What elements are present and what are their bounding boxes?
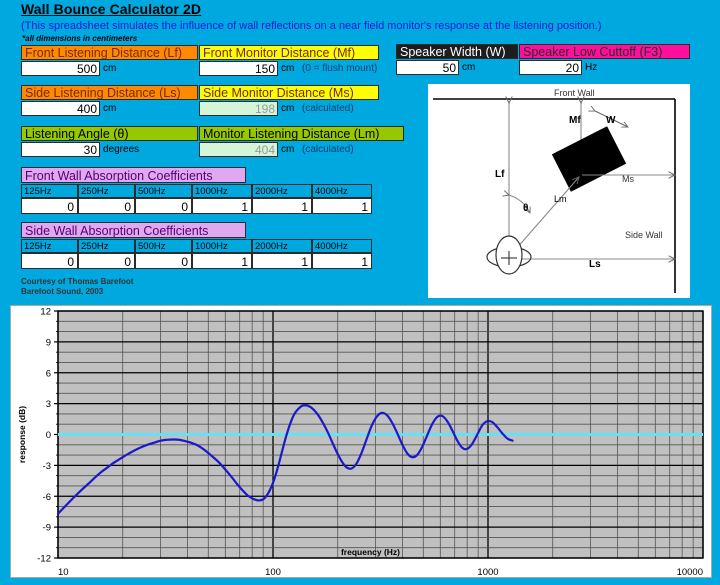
side-coef-input-5[interactable]: 1 <box>312 253 372 269</box>
input-speaker-width[interactable]: 50 <box>396 60 459 75</box>
front-coef-input-1[interactable]: 0 <box>78 198 135 214</box>
label-side-listening-distance: Side Listening Distance (Ls) <box>21 85 198 100</box>
x-tick-label: 10 <box>58 567 69 575</box>
x-tick-label: 1000 <box>477 567 498 575</box>
input-front-monitor-distance[interactable]: 150 <box>199 61 278 76</box>
front-coef-input-4[interactable]: 1 <box>252 198 312 214</box>
x-axis-label: frequency (Hz) <box>341 547 400 557</box>
front-coef-input-0[interactable]: 0 <box>21 198 78 214</box>
input-side-listening-distance[interactable]: 400 <box>21 101 100 116</box>
side-band-header-1: 250Hz <box>78 239 135 253</box>
front-band-header-1: 250Hz <box>78 184 135 198</box>
label-front-listening-distance: Front Listening Distance (Lf) <box>21 45 198 60</box>
side-band-header-2: 500Hz <box>135 239 192 253</box>
label-listening-angle: Listening Angle (θ) <box>21 126 198 141</box>
y-tick-label: 12 <box>40 307 51 318</box>
side-band-header-0: 125Hz <box>21 239 78 253</box>
speaker-box <box>551 126 627 192</box>
label-speaker-low-cutoff: Speaker Low Cuttoff (F3) <box>519 44 690 59</box>
room-geometry-diagram: Front Wall Side Wall Lf Ls Lm Mf Ms W θ <box>428 84 690 298</box>
hint-monitor-listening-distance: (calculated) <box>302 144 354 155</box>
label-mf: Mf <box>569 115 581 126</box>
label-lf: Lf <box>495 169 505 180</box>
x-tick-label: 10000 <box>677 567 703 575</box>
label-theta: θ <box>523 203 528 214</box>
input-listening-angle[interactable]: 30 <box>21 142 100 157</box>
front-band-header-3: 1000Hz <box>192 184 252 198</box>
y-tick-label: -6 <box>43 492 51 503</box>
unit-monitor-listening-distance: cm <box>281 144 295 155</box>
response-chart: -12 -9 -6 -3 0 3 6 9 12 10 100 1000 10000 frequency (… <box>10 305 712 578</box>
label-speaker-width: Speaker Width (W) <box>396 44 518 59</box>
unit-side-monitor-distance: cm <box>281 103 295 114</box>
unit-speaker-width: cm <box>462 62 476 73</box>
y-tick-label: -12 <box>37 554 51 565</box>
credit-company: Barefoot Sound, 2003 <box>21 286 104 296</box>
page-subtitle: (This spreadsheet simulates the influenc… <box>21 20 602 32</box>
side-coef-input-1[interactable]: 0 <box>78 253 135 269</box>
y-tick-label: -3 <box>43 461 51 472</box>
unit-front-listening-distance: cm <box>103 63 117 74</box>
side-band-header-3: 1000Hz <box>192 239 252 253</box>
page-title: Wall Bounce Calculator 2D <box>21 1 202 17</box>
side-coef-input-2[interactable]: 0 <box>135 253 192 269</box>
y-tick-label: 0 <box>46 430 51 441</box>
side-band-header-4: 2000Hz <box>252 239 312 253</box>
credit-author: Courtesy of Thomas Barefoot <box>21 277 134 286</box>
label-front-monitor-distance: Front Monitor Distance (Mf) <box>199 45 379 60</box>
label-monitor-listening-distance: Monitor Listening Distance (Lm) <box>199 126 404 141</box>
unit-speaker-low-cutoff: Hz <box>585 62 598 73</box>
front-band-header-0: 125Hz <box>21 184 78 198</box>
side-coef-input-0[interactable]: 0 <box>21 253 78 269</box>
front-coef-input-5[interactable]: 1 <box>312 198 372 214</box>
units-note: *all dimensions in centimeters <box>22 34 138 43</box>
label-lm: Lm <box>554 194 567 204</box>
label-side-monitor-distance: Side Monitor Distance (Ms) <box>199 85 379 100</box>
diagram-svg: Front Wall Side Wall Lf Ls Lm Mf Ms W θ <box>433 88 689 293</box>
label-ls: Ls <box>589 259 601 270</box>
front-wall-absorption-title: Front Wall Absorption Coefficients <box>21 167 246 183</box>
side-band-header-5: 4000Hz <box>312 239 372 253</box>
output-side-monitor-distance: 198 <box>199 101 278 116</box>
output-monitor-listening-distance: 404 <box>199 142 278 157</box>
hint-front-monitor-distance: (0 = flush mount) <box>302 63 378 74</box>
wall-bounce-calculator-app: Wall Bounce Calculator 2D (This spreadsh… <box>0 0 720 585</box>
response-chart-svg: -12 -9 -6 -3 0 3 6 9 12 10 100 1000 10000 frequency (… <box>17 307 704 575</box>
y-tick-label: 9 <box>46 337 51 348</box>
front-band-header-4: 2000Hz <box>252 184 312 198</box>
front-band-header-5: 4000Hz <box>312 184 372 198</box>
input-speaker-low-cutoff[interactable]: 20 <box>519 60 582 75</box>
front-coef-input-3[interactable]: 1 <box>192 198 252 214</box>
credit-block: Courtesy of Thomas Barefoot Barefoot Sou… <box>21 277 133 296</box>
side-coef-input-3[interactable]: 1 <box>192 253 252 269</box>
y-tick-label: 6 <box>46 368 51 379</box>
label-ms: Ms <box>622 174 634 184</box>
front-band-header-2: 500Hz <box>135 184 192 198</box>
unit-side-listening-distance: cm <box>103 103 117 114</box>
label-side-wall: Side Wall <box>625 230 663 240</box>
label-w: W <box>606 115 616 126</box>
unit-front-monitor-distance: cm <box>281 63 295 74</box>
front-coef-input-2[interactable]: 0 <box>135 198 192 214</box>
x-tick-label: 100 <box>265 567 281 575</box>
y-tick-label: -9 <box>43 523 51 534</box>
unit-listening-angle: degrees <box>103 144 140 155</box>
y-tick-label: 3 <box>46 399 51 410</box>
side-coef-input-4[interactable]: 1 <box>252 253 312 269</box>
y-axis-label: response (dB) <box>17 406 27 463</box>
hint-side-monitor-distance: (calculated) <box>302 103 354 114</box>
input-front-listening-distance[interactable]: 500 <box>21 61 100 76</box>
side-wall-absorption-title: Side Wall Absorption Coefficients <box>21 222 246 238</box>
label-front-wall: Front Wall <box>554 88 595 98</box>
